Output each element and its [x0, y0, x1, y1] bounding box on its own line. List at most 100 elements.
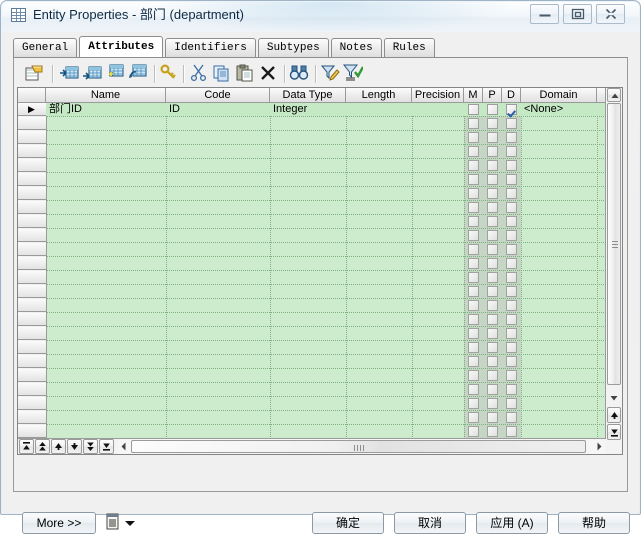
empty-cell[interactable] — [166, 383, 270, 396]
checkbox-mandatory[interactable] — [468, 160, 479, 171]
empty-cell[interactable] — [46, 215, 166, 228]
row-header-cell[interactable] — [18, 313, 46, 326]
empty-cell[interactable] — [46, 299, 166, 312]
empty-cell[interactable] — [166, 313, 270, 326]
column-header-name[interactable]: Name — [46, 88, 166, 103]
empty-cell[interactable] — [521, 341, 597, 354]
empty-cell[interactable] — [412, 313, 464, 326]
checkbox-mandatory[interactable] — [468, 328, 479, 339]
column-header-precision[interactable]: Precision — [412, 88, 464, 103]
prior-page-button[interactable] — [35, 439, 50, 454]
checkbox-mandatory[interactable] — [468, 258, 479, 269]
empty-cell[interactable] — [166, 369, 270, 382]
empty-cell[interactable] — [46, 117, 166, 130]
checkbox-mandatory[interactable] — [468, 132, 479, 143]
empty-cell[interactable] — [166, 425, 270, 438]
checkbox-mandatory[interactable] — [468, 202, 479, 213]
empty-cell[interactable] — [166, 397, 270, 410]
empty-cell[interactable] — [166, 201, 270, 214]
empty-cell[interactable] — [521, 159, 597, 172]
empty-cell[interactable] — [46, 383, 166, 396]
hscrollbar-track[interactable] — [118, 439, 605, 454]
row-header-cell[interactable] — [18, 411, 46, 424]
empty-cell[interactable] — [166, 271, 270, 284]
checkbox-primary[interactable] — [487, 370, 498, 381]
row-header-cell[interactable] — [18, 425, 46, 438]
vscroll-thumb[interactable] — [607, 103, 621, 385]
row-header-cell[interactable] — [18, 285, 46, 298]
row-header-cell[interactable] — [18, 327, 46, 340]
empty-cell[interactable] — [521, 285, 597, 298]
empty-cell[interactable] — [412, 131, 464, 144]
row-header-cell[interactable] — [18, 257, 46, 270]
grid-body[interactable]: ▶ 部门ID ID Integer <None> — [18, 103, 622, 441]
checkbox-primary[interactable] — [487, 202, 498, 213]
ok-button[interactable]: 确定 — [312, 512, 384, 534]
empty-cell[interactable] — [412, 187, 464, 200]
empty-cell[interactable] — [166, 257, 270, 270]
next-record-button[interactable] — [67, 439, 82, 454]
empty-cell[interactable] — [166, 159, 270, 172]
row-header-cell[interactable] — [18, 215, 46, 228]
properties-icon[interactable] — [25, 64, 47, 84]
empty-cell[interactable] — [521, 229, 597, 242]
empty-cell[interactable] — [521, 299, 597, 312]
column-header-primary[interactable]: P — [483, 88, 502, 103]
row-header-cell[interactable] — [18, 271, 46, 284]
empty-cell[interactable] — [270, 383, 346, 396]
checkbox-mandatory[interactable] — [468, 216, 479, 227]
checkbox-displayed[interactable] — [506, 384, 517, 395]
delete-icon[interactable] — [258, 64, 280, 84]
insert-row-icon[interactable] — [59, 64, 81, 84]
prior-record-button[interactable] — [51, 439, 66, 454]
empty-cell[interactable] — [521, 243, 597, 256]
checkbox-displayed[interactable] — [506, 258, 517, 269]
next-page-button[interactable] — [83, 439, 98, 454]
empty-cell[interactable] — [270, 327, 346, 340]
row-header-cell[interactable] — [18, 201, 46, 214]
checkbox-primary[interactable] — [487, 216, 498, 227]
empty-cell[interactable] — [346, 411, 412, 424]
empty-cell[interactable] — [412, 355, 464, 368]
checkbox-displayed[interactable] — [506, 118, 517, 129]
first-record-button[interactable] — [19, 439, 34, 454]
row-header-cell[interactable] — [18, 299, 46, 312]
checkbox-primary[interactable] — [487, 342, 498, 353]
row-header-cell[interactable] — [18, 383, 46, 396]
vscroll-up-arrow[interactable] — [607, 88, 621, 102]
checkbox-primary[interactable] — [487, 104, 498, 115]
empty-cell[interactable] — [521, 327, 597, 340]
empty-cell[interactable] — [270, 411, 346, 424]
empty-cell[interactable] — [166, 299, 270, 312]
empty-cell[interactable] — [270, 187, 346, 200]
empty-cell[interactable] — [412, 257, 464, 270]
checkbox-displayed[interactable] — [506, 426, 517, 437]
empty-cell[interactable] — [346, 131, 412, 144]
checkbox-displayed[interactable] — [506, 104, 517, 115]
minimize-button[interactable] — [530, 4, 559, 24]
empty-cell[interactable] — [412, 383, 464, 396]
cell-precision[interactable] — [412, 103, 464, 116]
empty-cell[interactable] — [46, 229, 166, 242]
empty-cell[interactable] — [346, 397, 412, 410]
empty-cell[interactable] — [46, 201, 166, 214]
column-header-length[interactable]: Length — [346, 88, 412, 103]
empty-cell[interactable] — [346, 117, 412, 130]
empty-cell[interactable] — [270, 229, 346, 242]
empty-cell[interactable] — [521, 117, 597, 130]
checkbox-displayed[interactable] — [506, 272, 517, 283]
empty-cell[interactable] — [412, 341, 464, 354]
empty-cell[interactable] — [46, 285, 166, 298]
empty-cell[interactable] — [270, 131, 346, 144]
checkbox-primary[interactable] — [487, 118, 498, 129]
empty-cell[interactable] — [166, 285, 270, 298]
empty-cell[interactable] — [270, 159, 346, 172]
checkbox-mandatory[interactable] — [468, 272, 479, 283]
empty-cell[interactable] — [346, 159, 412, 172]
checkbox-displayed[interactable] — [506, 286, 517, 297]
row-header-cell[interactable] — [18, 369, 46, 382]
empty-cell[interactable] — [346, 257, 412, 270]
checkbox-mandatory[interactable] — [468, 104, 479, 115]
empty-cell[interactable] — [270, 355, 346, 368]
column-header-displayed[interactable]: D — [502, 88, 521, 103]
